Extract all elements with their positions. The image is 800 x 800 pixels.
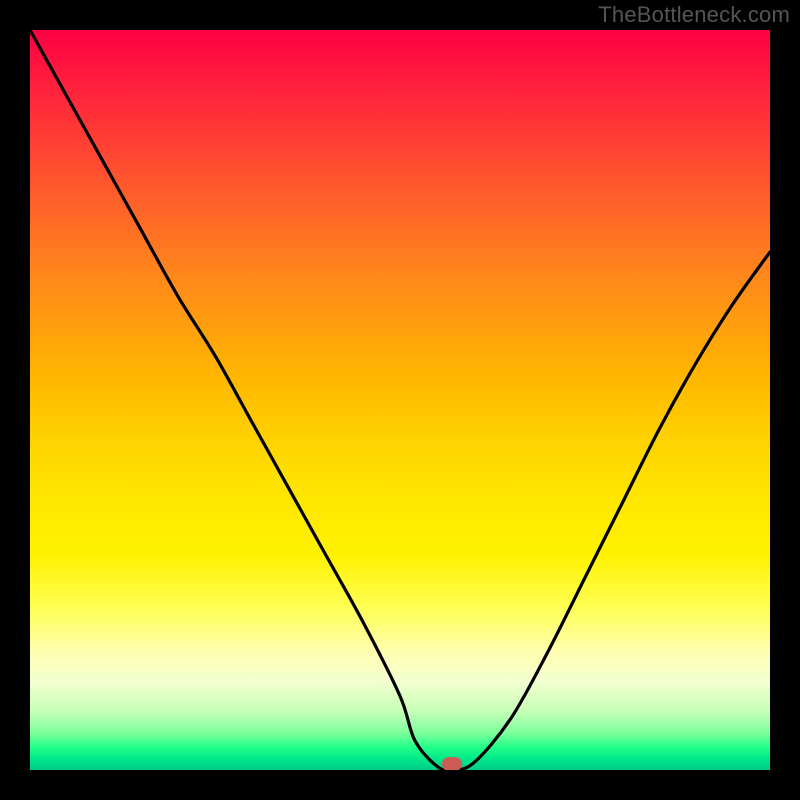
optimum-marker [442, 757, 462, 770]
plot-area [30, 30, 770, 770]
chart-frame: TheBottleneck.com [0, 0, 800, 800]
bottleneck-curve [30, 30, 770, 770]
watermark-text: TheBottleneck.com [598, 2, 790, 28]
